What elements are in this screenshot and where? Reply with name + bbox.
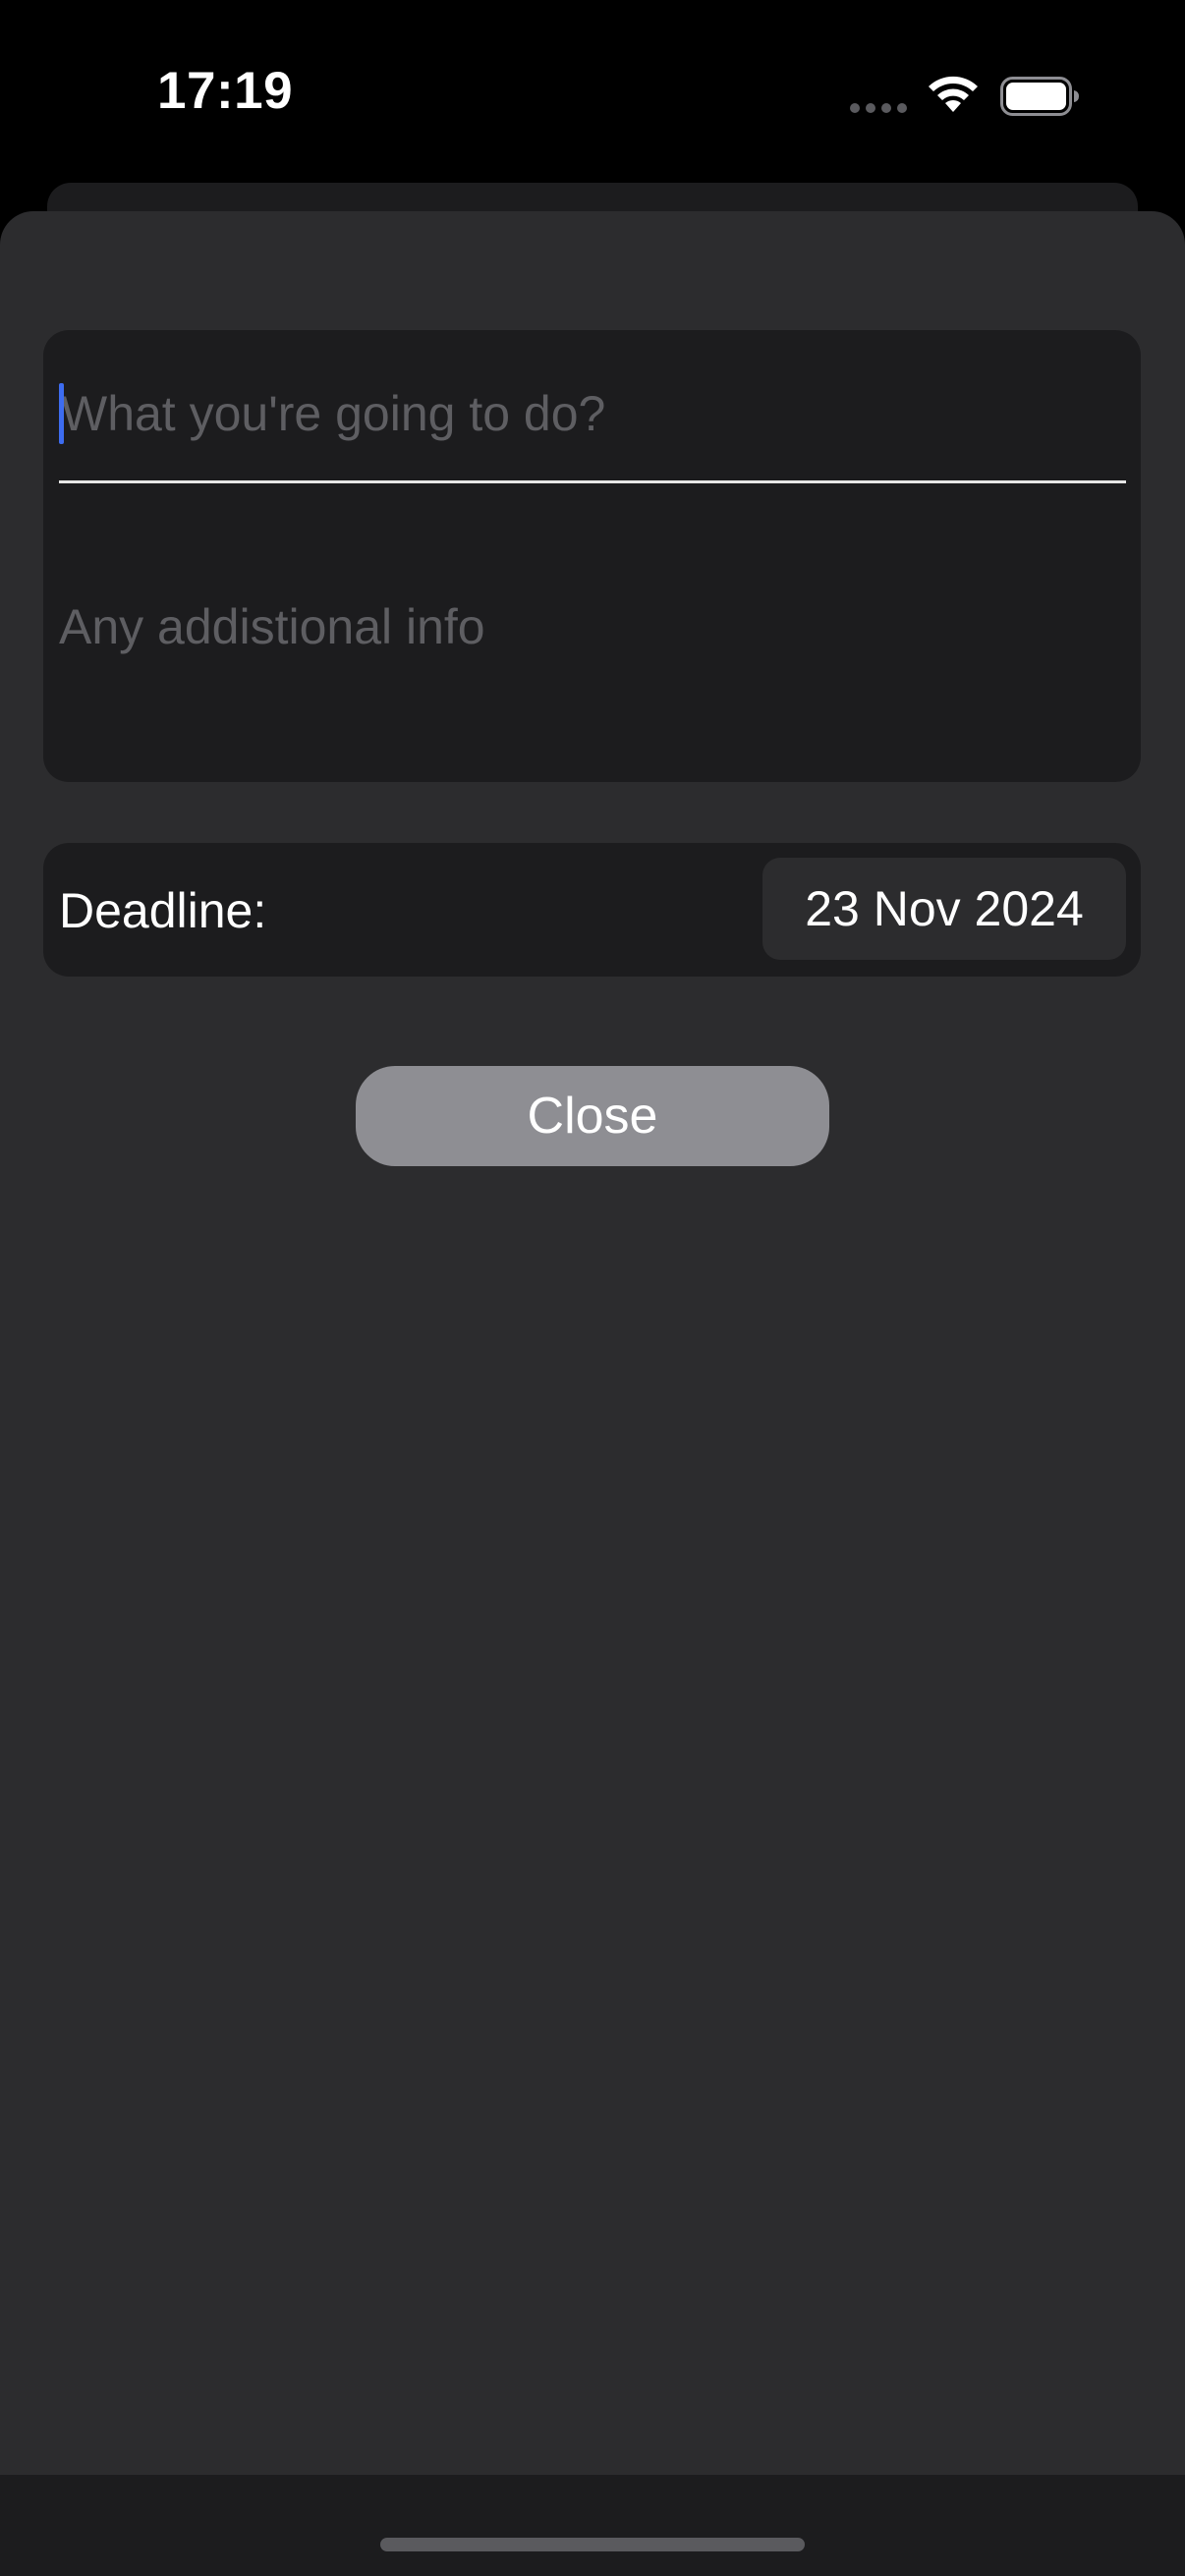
title-underline (59, 480, 1126, 483)
screen: 17:19 What you're going to do? Any addis… (0, 0, 1185, 2576)
status-time: 17:19 (157, 62, 294, 120)
home-indicator[interactable] (380, 2538, 805, 2551)
close-button[interactable]: Close (356, 1066, 829, 1166)
notes-input[interactable]: Any addistional info (59, 596, 485, 657)
status-bar: 17:19 (0, 0, 1185, 187)
signal-dots-icon (850, 103, 907, 113)
text-cursor (59, 383, 64, 444)
bottom-safe-area (0, 2475, 1185, 2576)
title-input-placeholder[interactable]: What you're going to do? (61, 383, 605, 444)
deadline-label: Deadline: (59, 883, 267, 938)
battery-icon (1000, 77, 1079, 116)
wifi-icon (929, 76, 978, 112)
deadline-date-picker[interactable]: 23 Nov 2024 (762, 858, 1126, 960)
